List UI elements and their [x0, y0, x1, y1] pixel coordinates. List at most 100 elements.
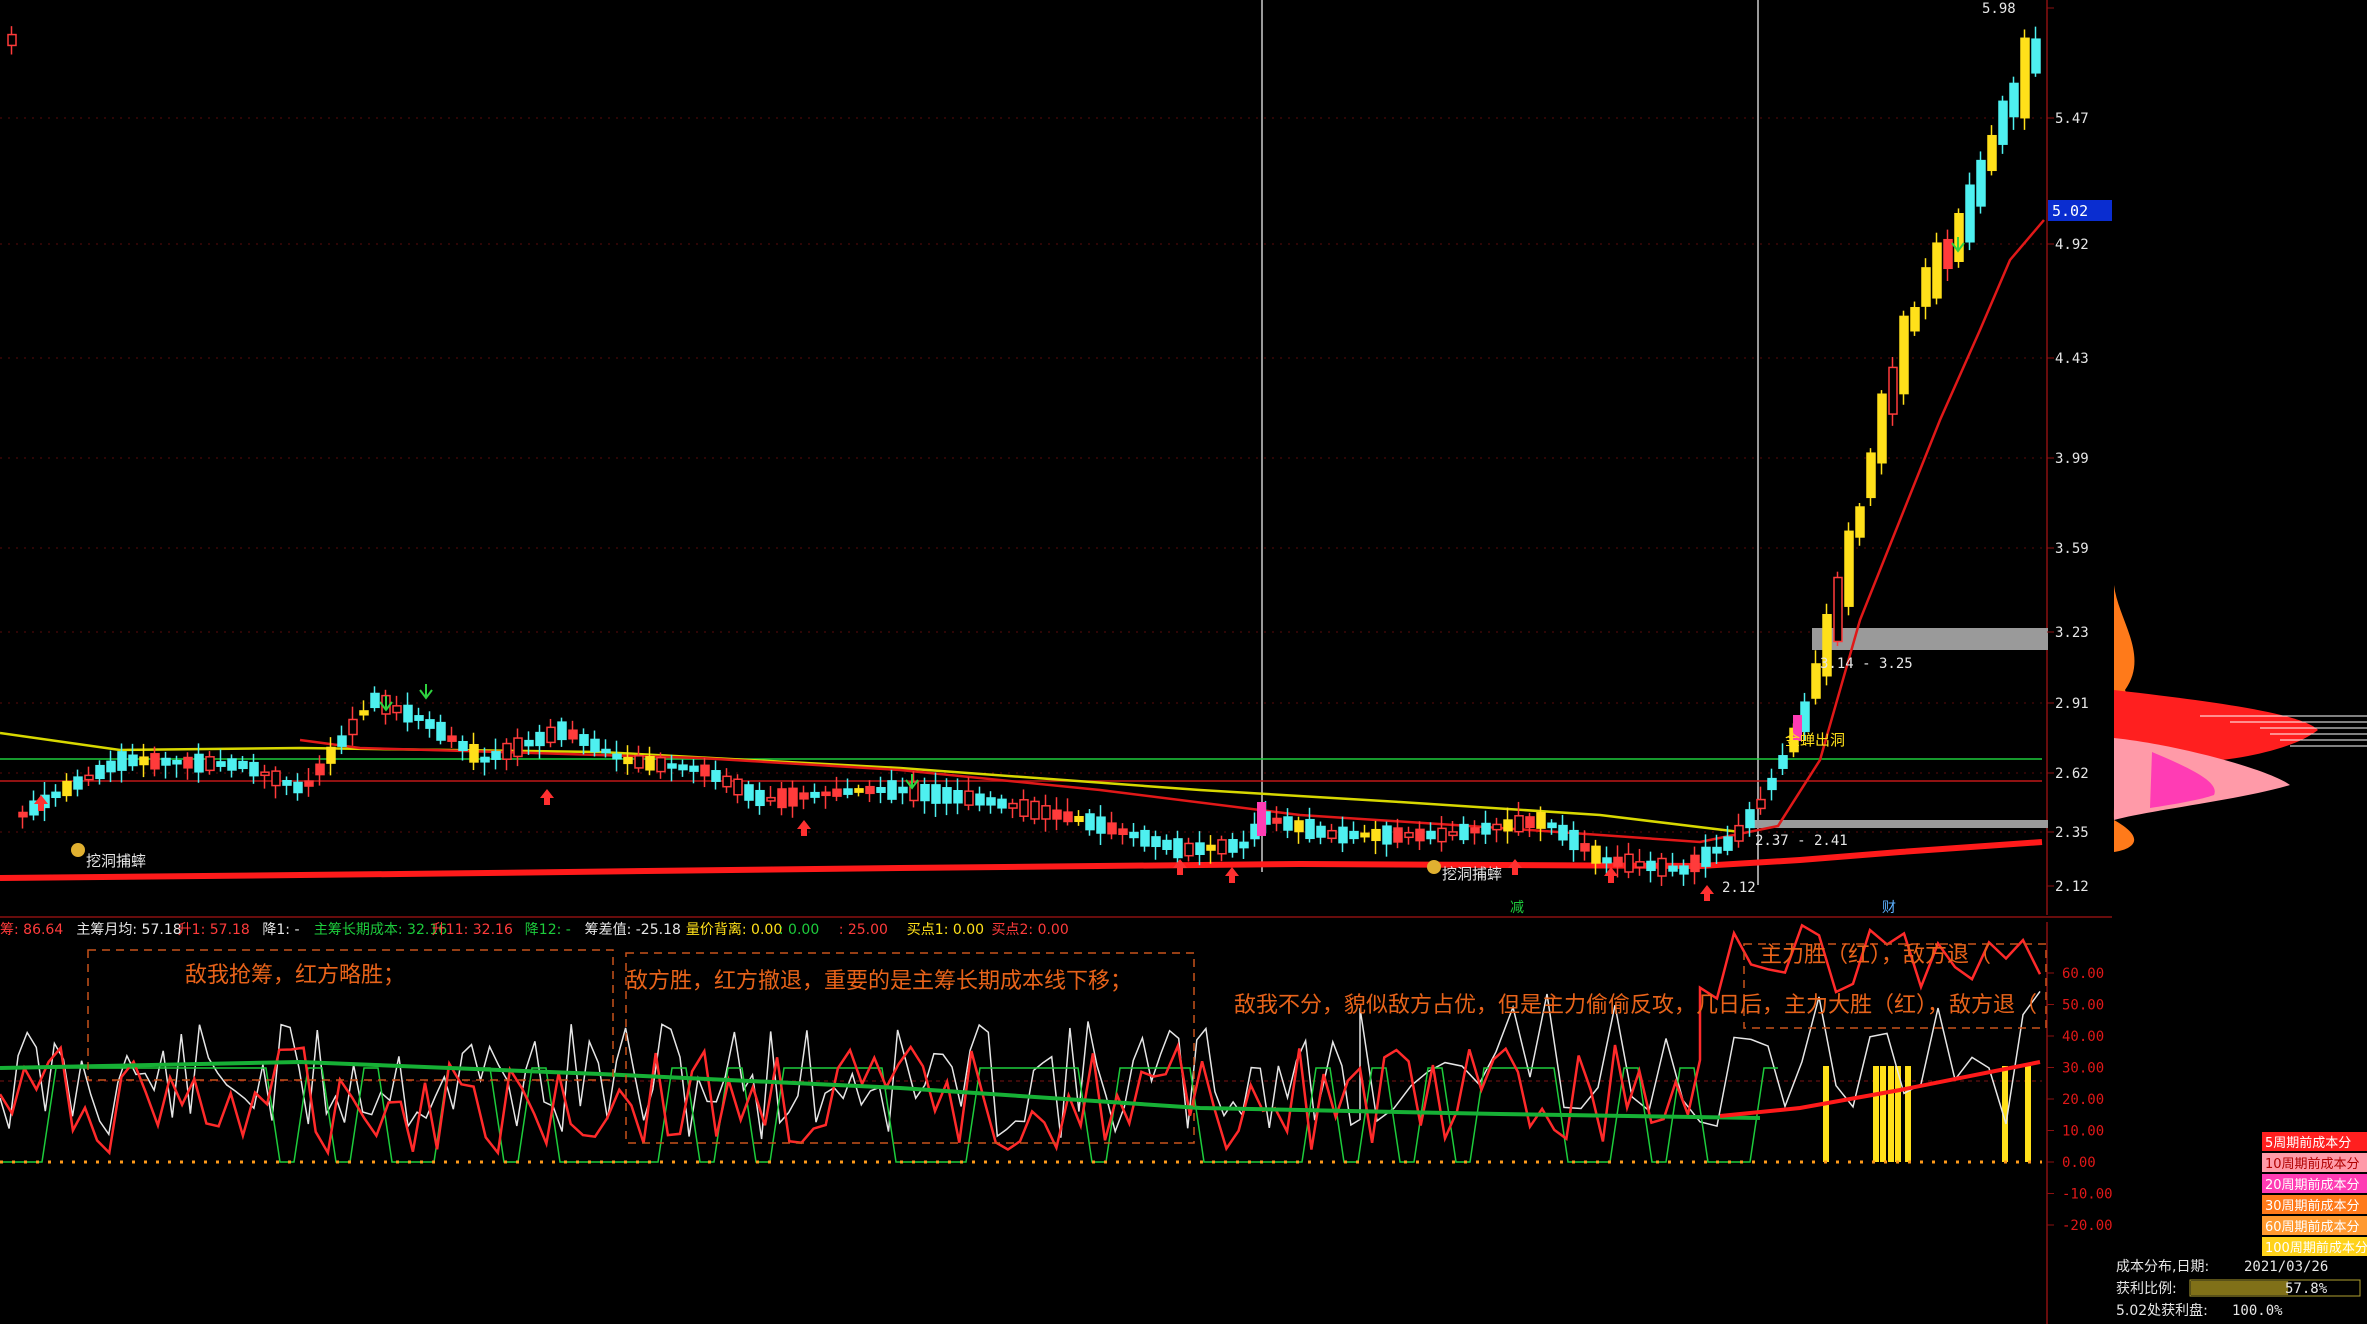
- cost-date-label: 成本分布,日期:: [2116, 1259, 2209, 1275]
- signal-icon: [71, 843, 85, 857]
- candle-body: [634, 755, 644, 769]
- candle-body: [711, 770, 721, 782]
- candle-body: [238, 760, 248, 770]
- sell-arrows: [379, 237, 1965, 790]
- candle-body: [1745, 809, 1755, 829]
- candle-body: [1613, 856, 1623, 867]
- candle-body: [1679, 865, 1689, 875]
- signal-label-left: 挖洞捕蟀: [86, 852, 146, 870]
- candle-body: [293, 781, 303, 794]
- candle-body: [1382, 825, 1392, 845]
- price-tick-label: 2.12: [2055, 879, 2089, 895]
- candle-body: [612, 753, 622, 760]
- candle-body: [1712, 846, 1722, 854]
- low-price-label: 2.12: [1722, 880, 1756, 896]
- indicator-tick-label: 20.00: [2062, 1092, 2104, 1108]
- candle-body: [887, 780, 897, 800]
- candle-body: [1129, 831, 1139, 839]
- candle-body: [1294, 820, 1304, 833]
- candle-body: [1998, 100, 2008, 145]
- candle-body: [1184, 842, 1194, 857]
- candle-body: [964, 790, 974, 806]
- indicator-header-item: : 0.00: [779, 922, 819, 938]
- candle-body: [1987, 134, 1997, 172]
- candle-body: [18, 811, 28, 818]
- candle-body: [1866, 452, 1876, 499]
- indicator-header-item: 量价背离: 0.00: [686, 921, 782, 938]
- candle-body: [1151, 836, 1161, 848]
- candle-body: [1602, 857, 1612, 864]
- candle-body: [1041, 805, 1051, 820]
- candle-body: [557, 721, 567, 741]
- candle-body: [1624, 853, 1634, 873]
- candle-body: [1481, 822, 1491, 835]
- candle-body: [766, 796, 776, 802]
- cost-legend: 5周期前成本分 10周期前成本分 20周期前成本分 30周期前成本分 60周期前成本分 1…: [2262, 1132, 2367, 1256]
- indicator-header-item: 降12: -: [525, 922, 571, 938]
- candle-body: [689, 765, 699, 772]
- candle-body: [1811, 663, 1821, 699]
- candle-body: [359, 710, 369, 716]
- indicator-tick-label: -20.00: [2062, 1218, 2113, 1234]
- resistance-zone: [1812, 628, 2048, 650]
- buy-arrow: [1700, 885, 1714, 901]
- price-tick-label: 4.92: [2055, 237, 2089, 253]
- candle-body: [733, 778, 743, 796]
- price-tick-label: 2.35: [2055, 825, 2089, 841]
- candle-body: [1173, 838, 1183, 859]
- candle-body: [1536, 812, 1546, 829]
- support-zone: [1752, 820, 2048, 828]
- signal-label-mid: 挖洞捕蟀: [1442, 865, 1502, 883]
- indicator-header-item: 降1: -: [262, 922, 299, 938]
- candle-body: [1371, 828, 1381, 842]
- buy-signal-bar: [1905, 1066, 1911, 1162]
- candle-body: [271, 770, 281, 787]
- candle-body: [326, 746, 336, 764]
- candle-body: [1976, 159, 1986, 207]
- candle-body: [1338, 826, 1348, 844]
- candle-body: [62, 780, 72, 797]
- candle-body: [1228, 839, 1238, 853]
- candle-body: [821, 791, 831, 797]
- candle-body: [1800, 701, 1810, 733]
- indicator-header-item: 筹: 86.64: [0, 921, 63, 938]
- candle-body: [337, 735, 347, 747]
- candle-body: [579, 734, 589, 746]
- buy-signal-bar: [1873, 1066, 1879, 1162]
- candle-body: [260, 771, 270, 777]
- candle-body: [1415, 828, 1425, 842]
- buy-signal-bar: [1823, 1066, 1829, 1162]
- candle-body: [84, 774, 94, 781]
- candle-body: [304, 780, 314, 787]
- candle-body: [931, 784, 941, 804]
- candle-body: [1965, 184, 1975, 243]
- candle-body: [1426, 830, 1436, 840]
- candle-body: [502, 742, 512, 760]
- candle-body: [1052, 809, 1062, 820]
- candle-body: [1591, 845, 1601, 864]
- signal-icon: [1427, 860, 1441, 874]
- price-tick-label: 5.47: [2055, 111, 2089, 127]
- candle-body: [645, 755, 655, 771]
- current-price-tag: 5.02: [2052, 202, 2088, 220]
- candle-body: [414, 715, 424, 721]
- profit-value: 57.8%: [2285, 1281, 2328, 1297]
- candle-body: [997, 798, 1007, 809]
- candle-body: [7, 33, 17, 47]
- candle-body: [898, 786, 908, 794]
- marker-a: 减: [1510, 900, 1524, 916]
- indicator-tick-label: 50.00: [2062, 998, 2104, 1014]
- candle-body: [95, 764, 105, 780]
- candle-body: [1283, 816, 1293, 831]
- indicator-tick-label: 40.00: [2062, 1029, 2104, 1045]
- candle-body: [1668, 865, 1678, 872]
- candle-body: [1646, 860, 1656, 872]
- candle-body: [524, 739, 534, 747]
- buy-signal-bar: [1880, 1066, 1886, 1162]
- candle-body: [205, 756, 215, 772]
- price-tick-label: 5.98: [1982, 1, 2016, 17]
- candle-body: [1239, 841, 1249, 849]
- candle-body: [1514, 815, 1524, 833]
- candle-body: [1921, 267, 1931, 307]
- candle-body: [1085, 813, 1095, 831]
